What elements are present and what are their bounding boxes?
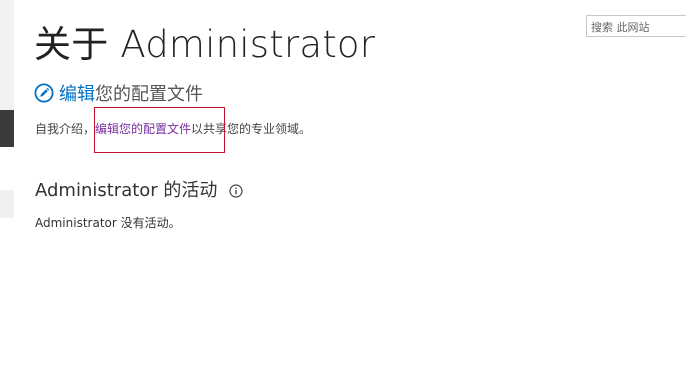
highlight-annotation-box: [94, 107, 225, 153]
left-panel-edge: [0, 0, 14, 110]
edit-heading-object: 您的配置文件: [95, 84, 203, 105]
page-title: 关于 Administrator: [34, 23, 376, 66]
info-icon[interactable]: [229, 182, 244, 198]
search-input[interactable]: [587, 17, 686, 38]
edit-heading-verb: 编辑: [59, 84, 95, 105]
activity-heading: Administrator 的活动: [35, 176, 244, 202]
left-panel-item-edge: [0, 190, 14, 218]
activity-empty-message: Administrator 没有活动。: [35, 216, 181, 230]
pencil-icon: [34, 83, 54, 103]
search-box[interactable]: [586, 15, 686, 38]
activity-heading-text: Administrator 的活动: [35, 180, 218, 201]
edit-profile-link[interactable]: 编辑 您的配置文件: [34, 80, 203, 106]
bio-prefix: 自我介绍，: [35, 122, 96, 136]
left-panel-selected-edge: [0, 110, 14, 147]
